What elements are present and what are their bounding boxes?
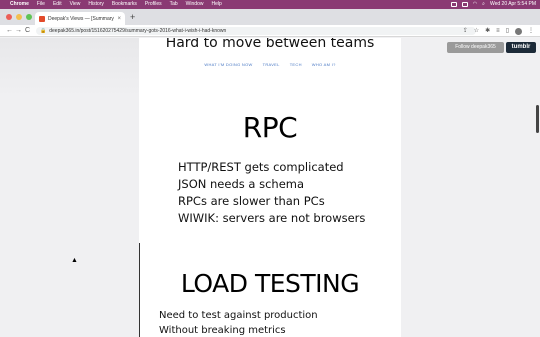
- page-viewport: Hard to move between teams WHAT I'M DOIN…: [0, 38, 540, 337]
- slide-title-rpc: RPC: [242, 111, 298, 144]
- window-controls: [6, 14, 32, 20]
- tab-title: Deepak's Views — [Summary]: [48, 15, 115, 22]
- tab-active[interactable]: Deepak's Views — [Summary] ×: [35, 12, 125, 25]
- wifi-icon[interactable]: ◠: [473, 0, 477, 9]
- list-item: WIWIK: servers are not browsers: [178, 211, 366, 225]
- menu-item-chrome[interactable]: Chrome: [10, 0, 29, 9]
- previous-slide-title: Hard to move between teams: [165, 38, 375, 51]
- bookmark-star-icon[interactable]: ☆: [474, 27, 479, 35]
- toolbar-icons: ⇪ ☆ ✱ ≡ ▯ ⋮: [463, 27, 534, 35]
- reload-button[interactable]: C: [25, 26, 30, 36]
- menu-item-help[interactable]: Help: [211, 0, 221, 9]
- address-bar[interactable]: 🔒 deepak365.in/post/151620275429/summary…: [36, 27, 476, 35]
- load-testing-list: Need to test against production Without …: [159, 308, 318, 337]
- list-item: JSON needs a schema: [178, 177, 305, 191]
- tumblr-favicon-icon: [39, 15, 45, 22]
- zoom-window-button[interactable]: [26, 14, 32, 20]
- menu-item-profiles[interactable]: Profiles: [145, 0, 162, 9]
- tumblr-logo[interactable]: tumblr: [506, 42, 536, 53]
- nav-link-now[interactable]: WHAT I'M DOING NOW: [204, 62, 252, 67]
- rpc-bullet-list: HTTP/REST gets complicated JSON needs a …: [178, 159, 365, 227]
- browser-toolbar: ← → C 🔒 deepak365.in/post/151620275429/s…: [0, 25, 540, 37]
- forward-button[interactable]: →: [15, 26, 22, 36]
- nav-link-tech[interactable]: TECH: [290, 62, 302, 67]
- lock-icon[interactable]: 🔒: [40, 28, 46, 34]
- blog-nav: WHAT I'M DOING NOW TRAVEL TECH WHO AM I?: [139, 62, 401, 67]
- back-button[interactable]: ←: [6, 26, 13, 36]
- status-icon[interactable]: [450, 2, 457, 7]
- nav-link-who[interactable]: WHO AM I?: [312, 62, 336, 67]
- url-text[interactable]: deepak365.in/post/151620275429/summary-g…: [49, 28, 226, 34]
- follow-button[interactable]: Follow deepak365: [447, 42, 504, 53]
- menu-bar: Chrome File Edit View History Bookmarks …: [0, 0, 540, 9]
- search-icon[interactable]: ⌕: [482, 0, 485, 9]
- slide-divider: [139, 243, 140, 337]
- extensions-icon[interactable]: ✱: [485, 27, 490, 35]
- menu-item-history[interactable]: History: [88, 0, 104, 9]
- mouse-cursor-icon: ▲: [71, 257, 78, 264]
- menu-item-edit[interactable]: Edit: [53, 0, 62, 9]
- close-tab-icon[interactable]: ×: [117, 16, 121, 22]
- menu-item-window[interactable]: Window: [186, 0, 204, 9]
- slide-title-load-testing: LOAD TESTING: [180, 269, 360, 298]
- page-background: [0, 38, 140, 98]
- sidebar-icon[interactable]: ▯: [506, 27, 509, 35]
- new-tab-button[interactable]: +: [130, 12, 135, 22]
- close-window-button[interactable]: [6, 14, 12, 20]
- nav-link-travel[interactable]: TRAVEL: [263, 62, 280, 67]
- share-icon[interactable]: ⇪: [463, 27, 468, 35]
- list-item: RPCs are slower than PCs: [178, 194, 325, 208]
- list-item: HTTP/REST gets complicated: [178, 160, 344, 174]
- reading-list-icon[interactable]: ≡: [496, 27, 500, 35]
- tab-bar: Deepak's Views — [Summary] × +: [0, 9, 540, 25]
- list-item: Need to test against production: [159, 310, 318, 321]
- clock[interactable]: Wed 20 Apr 5:54 PM: [490, 0, 536, 9]
- scrollbar[interactable]: [536, 105, 539, 133]
- menu-kebab-icon[interactable]: ⋮: [528, 27, 534, 35]
- menu-item-bookmarks[interactable]: Bookmarks: [112, 0, 137, 9]
- menu-item-file[interactable]: File: [37, 0, 45, 9]
- blog-post: Hard to move between teams WHAT I'M DOIN…: [139, 38, 401, 337]
- list-item: Without breaking metrics: [159, 325, 286, 336]
- menu-item-view[interactable]: View: [70, 0, 81, 9]
- minimize-window-button[interactable]: [16, 14, 22, 20]
- profile-avatar[interactable]: [515, 27, 522, 35]
- battery-icon[interactable]: [461, 2, 468, 7]
- menu-item-tab[interactable]: Tab: [170, 0, 178, 9]
